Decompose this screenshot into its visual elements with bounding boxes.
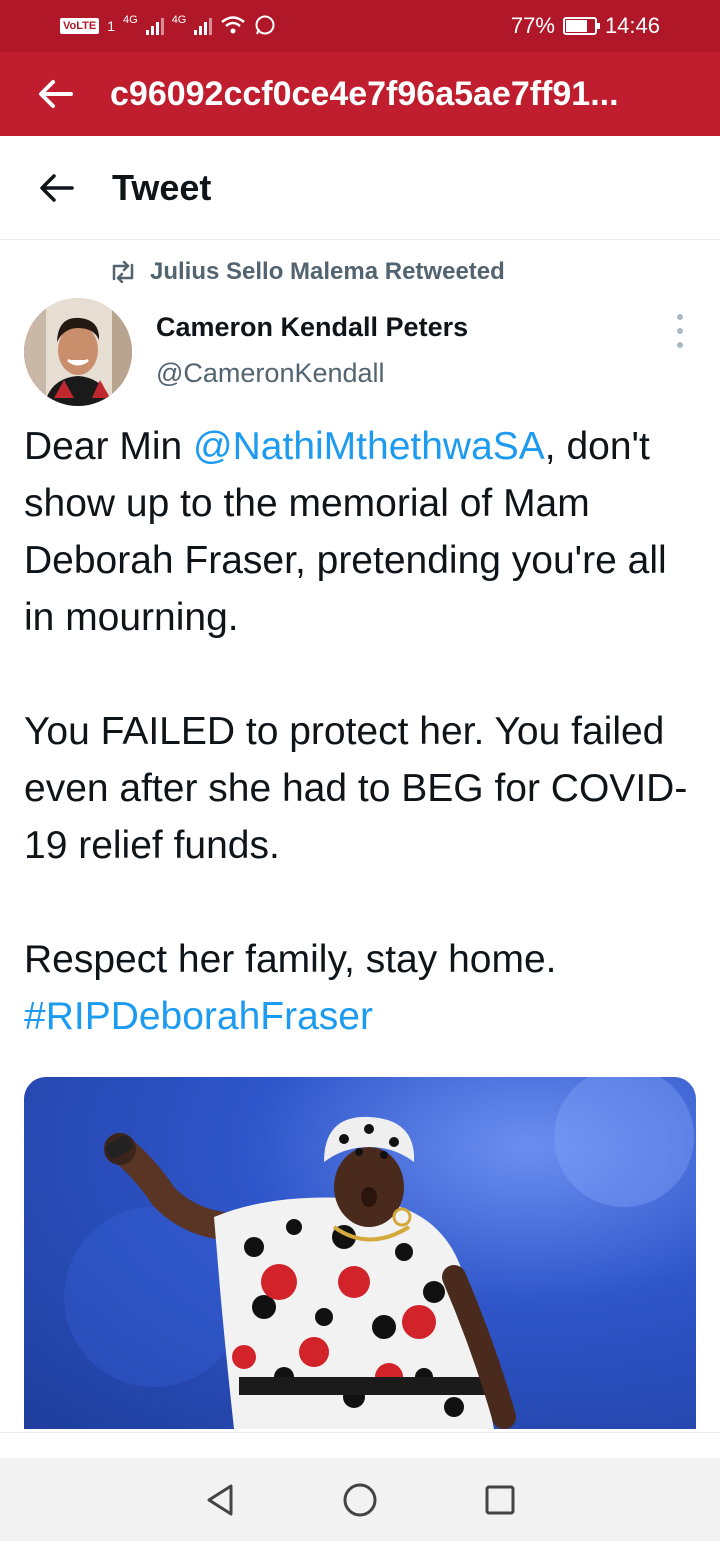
battery-icon	[562, 17, 600, 35]
screen: VoLTE 1 4G 4G 77% 14:46 c96092ccf0ce4e7f…	[0, 0, 720, 1541]
wifi-icon	[220, 15, 246, 38]
avatar[interactable]	[24, 298, 132, 406]
tweet-back-button[interactable]	[0, 136, 112, 240]
clock: 14:46	[604, 13, 660, 38]
whatsapp-icon	[254, 14, 276, 39]
nav-home-button[interactable]	[330, 1470, 390, 1530]
triangle-back-icon	[207, 1484, 233, 1515]
app-back-button[interactable]	[0, 52, 110, 136]
volte-badge: VoLTE	[60, 18, 100, 34]
tweet-paragraph-3: Respect her family, stay home. #RIPDebora…	[24, 931, 694, 1045]
arrow-left-icon	[40, 173, 74, 202]
battery-fill	[565, 20, 588, 32]
circle-home-icon	[343, 1483, 377, 1516]
signal-icon	[145, 17, 164, 35]
status-bar: VoLTE 1 4G 4G 77% 14:46	[0, 0, 720, 52]
tweet-paragraph-2: You FAILED to protect her. You failed ev…	[24, 710, 688, 867]
author-name[interactable]: Cameron Kendall Peters	[156, 312, 468, 343]
retweet-context[interactable]: Julius Sello Malema Retweeted	[108, 258, 505, 286]
tweet-header: Tweet	[0, 136, 720, 240]
mention-link[interactable]: @NathiMthethwaSA	[193, 425, 545, 468]
app-bar-title: c96092ccf0ce4e7f96a5ae7ff91...	[110, 74, 619, 113]
network-label-1: 4G	[123, 13, 138, 26]
status-left: VoLTE 1 4G 4G	[60, 14, 276, 39]
hashtag-link[interactable]: #RIPDeborahFraser	[24, 995, 373, 1038]
nav-recents-button[interactable]	[470, 1470, 530, 1530]
battery-percent: 77%	[510, 13, 555, 38]
status-right: 77% 14:46	[511, 13, 660, 39]
tweet-text-segment: Respect her family, stay home.	[24, 938, 557, 981]
arrow-left-icon	[39, 80, 73, 108]
nav-back-button[interactable]	[190, 1470, 250, 1530]
sim1-label: 1	[107, 18, 115, 34]
author-handle[interactable]: @CameronKendall	[156, 358, 385, 389]
app-bar: c96092ccf0ce4e7f96a5ae7ff91...	[0, 52, 720, 136]
tweet-media-image[interactable]	[24, 1077, 696, 1429]
retweet-label: Julius Sello Malema Retweeted	[150, 258, 505, 285]
square-recents-icon	[485, 1485, 515, 1514]
signal-icon-2	[194, 17, 213, 35]
divider	[0, 1432, 720, 1458]
page-title: Tweet	[112, 166, 212, 208]
retweet-icon	[112, 261, 134, 283]
more-vertical-icon[interactable]	[668, 314, 692, 348]
tweet-paragraph-1: Dear Min @NathiMthethwaSA, don't show up…	[24, 418, 694, 646]
system-nav-bar	[0, 1458, 720, 1541]
tweet-text-segment: Dear Min	[24, 425, 194, 468]
network-label-2: 4G	[171, 13, 187, 26]
tweet-text: Dear Min @NathiMthethwaSA, don't show up…	[24, 418, 694, 1045]
